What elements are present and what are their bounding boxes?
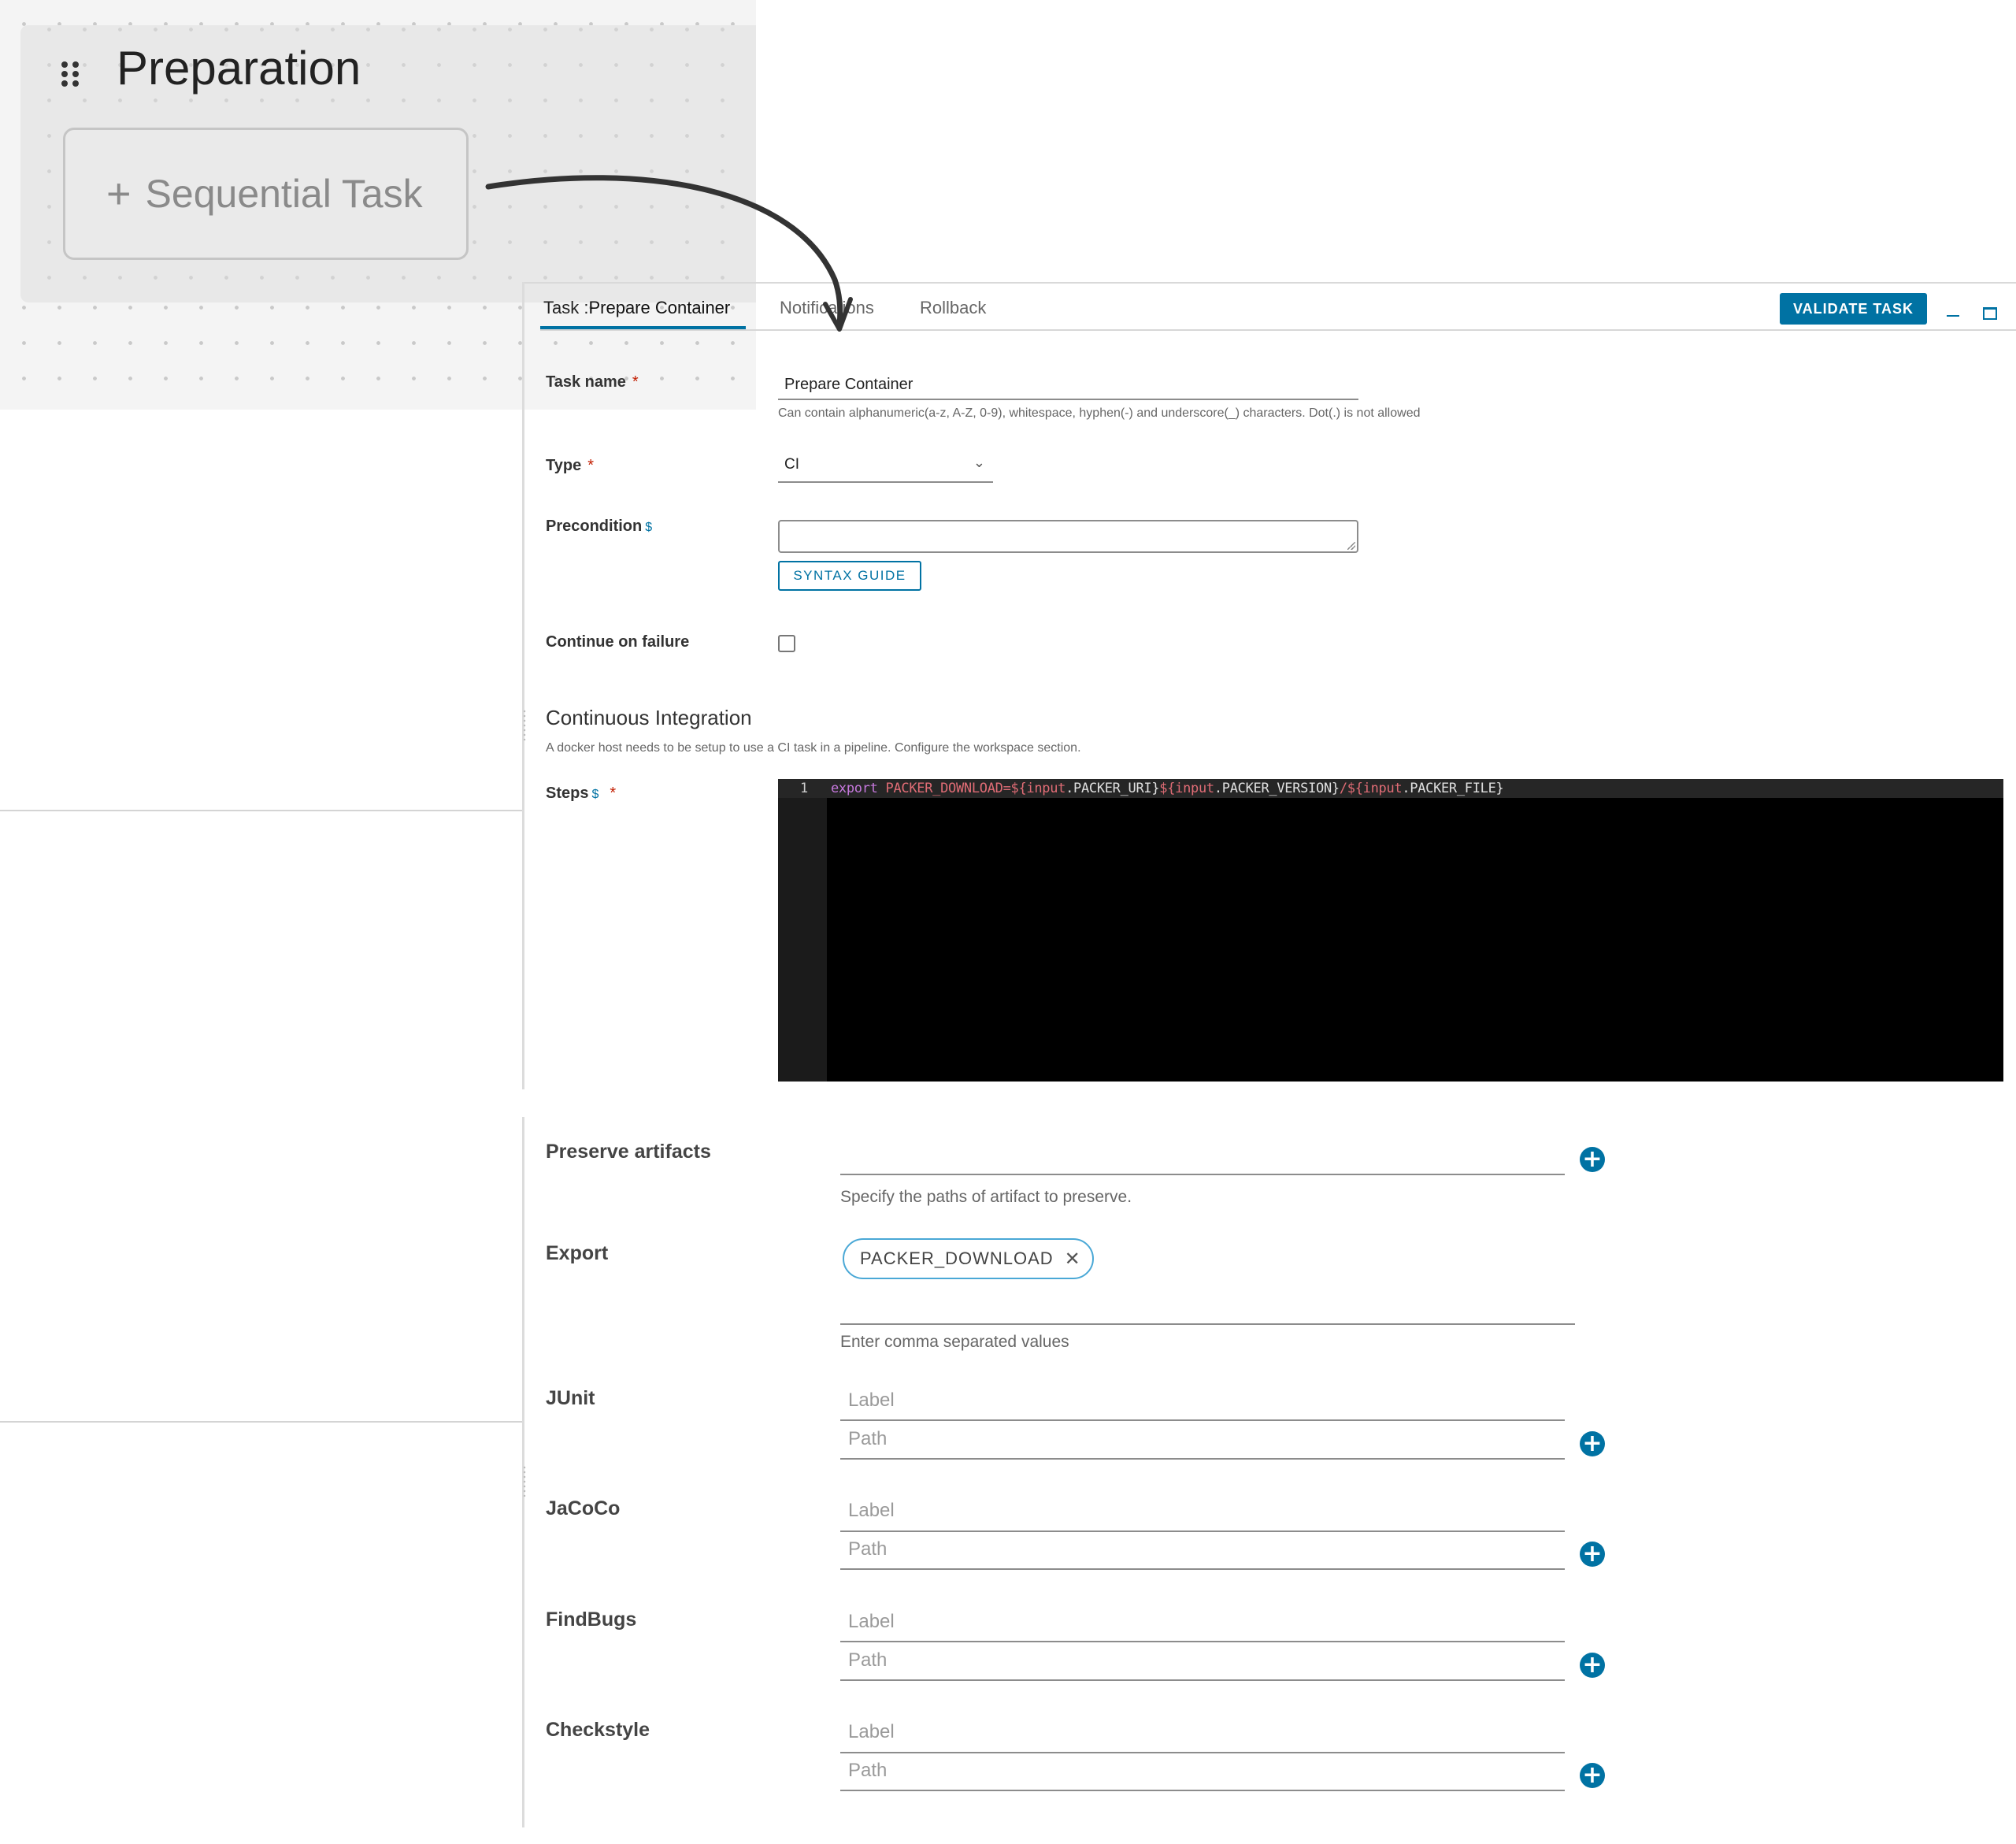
annotation-arrow [485, 175, 853, 332]
